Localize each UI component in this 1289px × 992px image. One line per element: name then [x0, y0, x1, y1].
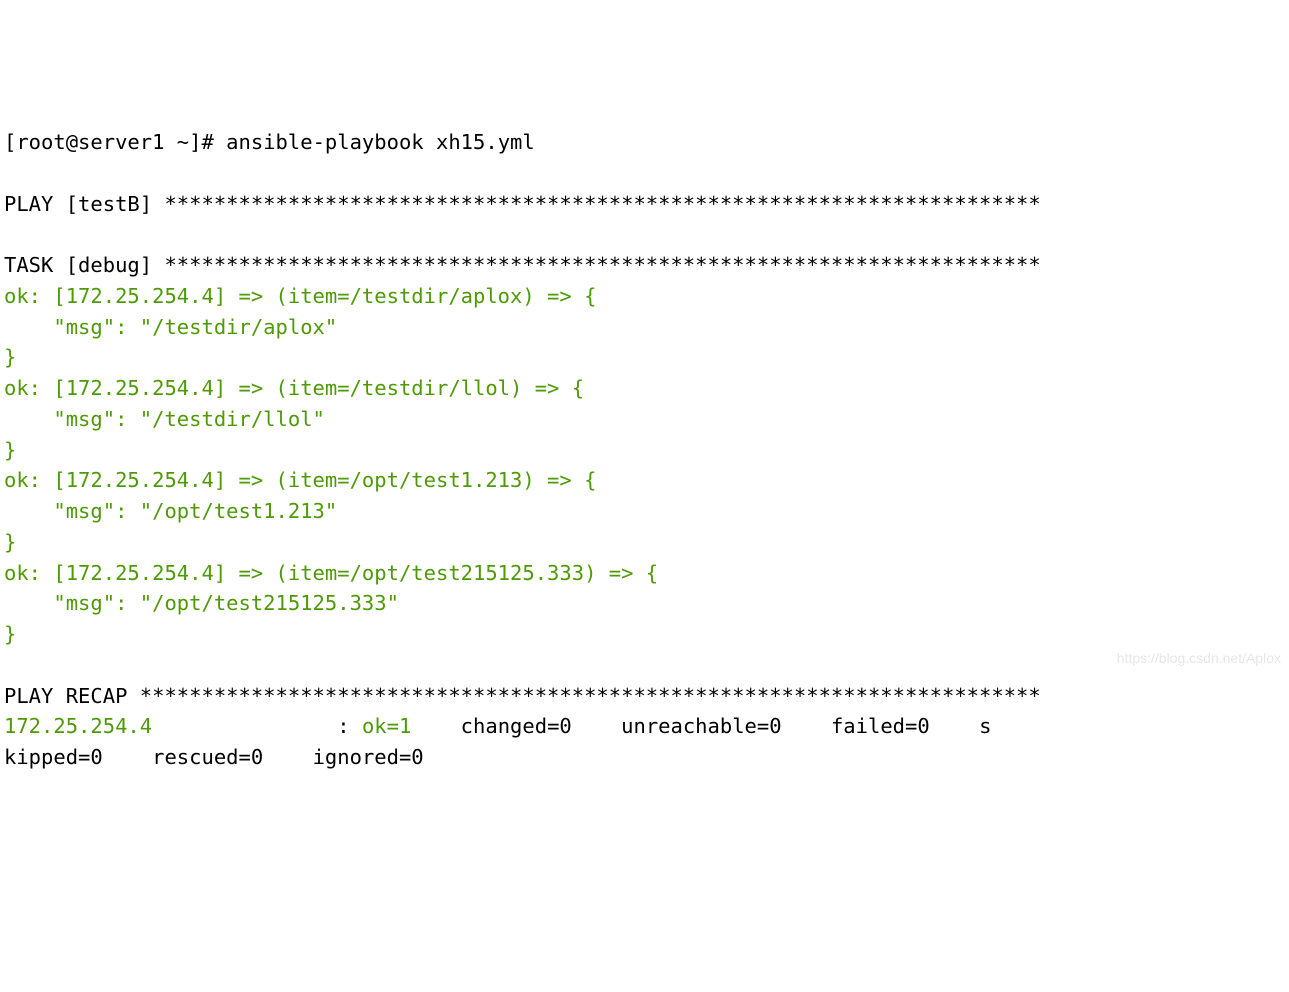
- task-item: ok: [172.25.254.4] => (item=/testdir/llo…: [4, 376, 584, 462]
- recap-ignored: ignored=0: [263, 745, 423, 769]
- recap-line: 172.25.254.4 : ok=1 changed=0 unreachabl…: [4, 714, 991, 769]
- recap-ok: ok=1: [362, 714, 411, 738]
- recap-host: 172.25.254.4: [4, 714, 152, 738]
- prompt: [root@server1 ~]# ansible-playbook xh15.…: [4, 130, 535, 154]
- recap-unreachable: unreachable=0: [572, 714, 782, 738]
- recap-changed: changed=0: [411, 714, 571, 738]
- task-item: ok: [172.25.254.4] => (item=/opt/test215…: [4, 561, 658, 647]
- task-item: ok: [172.25.254.4] => (item=/opt/test1.2…: [4, 468, 596, 554]
- task-item: ok: [172.25.254.4] => (item=/testdir/apl…: [4, 284, 596, 370]
- recap-header: PLAY RECAP *****************************…: [4, 684, 1041, 708]
- watermark: https://blog.csdn.net/Aplox: [1117, 648, 1281, 669]
- terminal-output: [root@server1 ~]# ansible-playbook xh15.…: [4, 127, 1289, 773]
- task-header: TASK [debug] ***************************…: [4, 253, 1041, 277]
- recap-failed: failed=0: [782, 714, 930, 738]
- play-header: PLAY [testB] ***************************…: [4, 192, 1041, 216]
- recap-rescued: rescued=0: [103, 745, 263, 769]
